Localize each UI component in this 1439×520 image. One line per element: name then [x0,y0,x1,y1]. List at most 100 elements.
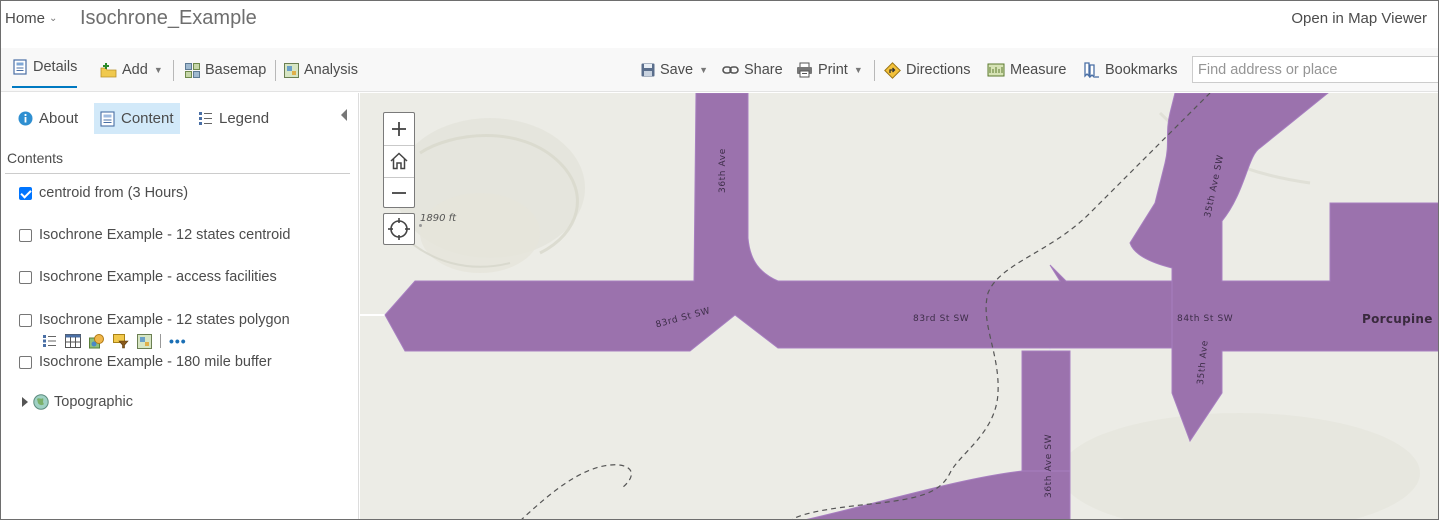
top-header: Home ⌄ Isochrone_Example Open in Map Vie… [1,1,1438,48]
toolbar-divider [874,60,875,81]
details-button[interactable]: Details [12,48,78,88]
perform-analysis-icon[interactable] [137,333,152,349]
layer-name[interactable]: Isochrone Example - 12 states polygon [39,312,290,328]
save-button[interactable]: Save ▼ [641,48,708,92]
measure-ruler-icon [987,63,1005,77]
table-icon[interactable] [65,334,81,348]
layer-item: Isochrone Example - 180 mile buffer [19,354,272,370]
default-extent-button[interactable] [384,145,414,176]
layer-visibility-checkbox[interactable] [19,355,32,369]
place-label-porcupine: Porcupine [1362,312,1433,326]
caret-down-icon: ▼ [699,65,708,75]
share-button[interactable]: Share [722,48,783,92]
layer-visibility-checkbox[interactable] [19,313,32,327]
info-icon [18,111,33,126]
tab-content-label: Content [121,110,174,127]
search-input[interactable] [1192,56,1438,83]
show-legend-icon[interactable] [42,334,57,348]
bookmarks-icon [1084,62,1099,78]
app-frame: Home ⌄ Isochrone_Example Open in Map Vie… [0,0,1439,520]
layer-visibility-checkbox[interactable] [19,270,32,284]
add-button[interactable]: Add ▼ [100,48,163,92]
map-title: Isochrone_Example [80,7,257,29]
zoom-out-button[interactable] [384,177,414,208]
road-label-83rd-st-mid: 83rd St SW [913,314,969,324]
toolbar-divider [173,60,174,81]
basemap-label: Basemap [205,62,267,78]
content-panel: About Content Legend Contents centroid f… [1,93,359,519]
road-label-36th-ave-sw: 36th Ave SW [1044,434,1054,498]
tab-about[interactable]: About [12,103,84,134]
globe-icon [33,394,49,410]
share-link-icon [722,66,739,74]
spot-elevation-label: 1890 ft [420,213,457,224]
layer-item: Isochrone Example - 12 states centroid [19,227,290,243]
layer-item: Isochrone Example - 12 states polygon [19,312,290,328]
layer-visibility-checkbox[interactable] [19,186,32,200]
locate-crosshair-icon [388,218,410,240]
layer-item: centroid from (3 Hours) [19,185,188,201]
home-label: Home [5,10,46,27]
layer-name[interactable]: Isochrone Example - access facilities [39,269,277,285]
caret-down-icon: ▼ [853,65,863,75]
measure-button[interactable]: Measure [987,48,1066,92]
legend-list-icon [199,112,212,125]
layer-name[interactable]: Isochrone Example - 12 states centroid [39,227,290,243]
zoom-in-button[interactable] [384,113,414,144]
add-label: Add [122,62,148,78]
add-layer-icon [100,63,117,78]
open-in-map-viewer-link[interactable]: Open in Map Viewer [1291,10,1427,27]
analysis-label: Analysis [304,62,358,78]
details-icon [13,59,27,75]
directions-label: Directions [906,62,971,78]
basemap-button[interactable]: Basemap [185,48,266,92]
caret-down-icon: ▼ [153,65,163,75]
toolbar: Details Add ▼ Basemap Analysis Save ▼ Sh… [1,48,1438,92]
analysis-button[interactable]: Analysis [284,48,358,92]
filter-icon[interactable] [113,333,129,349]
share-label: Share [744,62,783,78]
analysis-icon [284,62,299,78]
print-button[interactable]: Print ▼ [796,48,863,92]
directions-button[interactable]: Directions [884,48,970,92]
layer-tools: ••• [42,333,187,349]
more-options-icon[interactable]: ••• [169,333,187,349]
layer-name[interactable]: Isochrone Example - 180 mile buffer [39,354,272,370]
bookmarks-button[interactable]: Bookmarks [1083,48,1178,92]
zoom-control [383,112,415,208]
panel-tabs: About Content Legend [1,93,359,143]
change-style-icon[interactable] [89,333,105,349]
directions-sign-icon [884,61,901,79]
expand-arrow-icon[interactable] [22,397,28,407]
collapse-panel-icon[interactable] [341,109,347,121]
spot-elevation-marker [419,224,422,227]
tab-about-label: About [39,110,79,127]
printer-icon [797,62,812,78]
basemap-layer-item[interactable]: Topographic [22,394,133,410]
basemap-grid-icon [185,62,200,78]
contents-heading: Contents [7,150,64,166]
details-label: Details [33,59,78,75]
tab-content[interactable]: Content [94,103,180,134]
plus-icon [392,121,406,136]
toolbar-divider [275,60,276,81]
basemap-layer-name: Topographic [54,394,133,410]
layer-item: Isochrone Example - access facilities [19,269,277,285]
tab-legend-label: Legend [219,110,270,127]
layer-visibility-checkbox[interactable] [19,228,32,242]
save-label: Save [660,62,694,78]
layer-name[interactable]: centroid from (3 Hours) [39,185,188,201]
map-view[interactable]: 36th Ave 83rd St SW 83rd St SW 84th St S… [360,93,1438,519]
save-disk-icon [641,63,655,77]
divider [5,173,350,174]
road-label-84th-st: 84th St SW [1177,314,1233,324]
divider [160,334,161,348]
content-list-icon [100,110,115,127]
measure-label: Measure [1010,62,1067,78]
home-menu[interactable]: Home ⌄ [5,10,57,27]
bookmarks-label: Bookmarks [1105,62,1178,78]
minus-icon [392,192,406,194]
tab-legend[interactable]: Legend [192,103,275,134]
print-label: Print [818,62,848,78]
locate-button[interactable] [383,213,415,245]
